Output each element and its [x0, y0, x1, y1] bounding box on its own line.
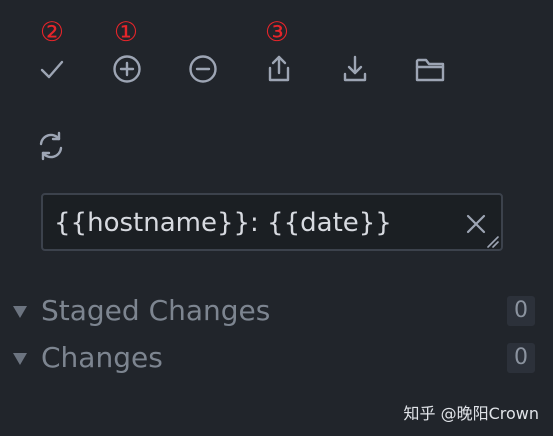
clear-message-button[interactable]: [464, 212, 488, 236]
resize-grip-icon: [487, 236, 499, 248]
annotation-3: ③: [264, 17, 290, 48]
commit-message-input[interactable]: {{hostname}}: {{date}}: [41, 193, 503, 251]
push-button[interactable]: [261, 51, 297, 87]
changes-header[interactable]: Changes 0: [10, 337, 535, 379]
chevron-down-icon: [12, 351, 28, 365]
staged-changes-label: Staged Changes: [41, 294, 271, 327]
changes-label: Changes: [41, 341, 163, 374]
open-folder-button[interactable]: [412, 51, 448, 87]
refresh-button[interactable]: [33, 128, 69, 164]
commit-message-text[interactable]: {{hostname}}: {{date}}: [54, 206, 392, 240]
check-icon: [40, 60, 64, 79]
folder-icon: [415, 58, 445, 82]
unstage-all-button[interactable]: [185, 51, 221, 87]
plus-circle-icon: [113, 55, 141, 83]
annotation-2: ②: [39, 17, 65, 48]
commit-button[interactable]: [34, 51, 70, 87]
staged-changes-count: 0: [507, 296, 535, 326]
close-icon: [466, 214, 486, 234]
resize-handle[interactable]: [486, 234, 500, 248]
changes-count: 0: [507, 343, 535, 373]
download-icon: [343, 55, 367, 82]
pull-button[interactable]: [337, 51, 373, 87]
chevron-down-icon: [12, 304, 28, 318]
refresh-icon: [39, 131, 63, 161]
upload-icon: [268, 55, 290, 82]
annotation-1: ①: [113, 17, 139, 48]
stage-all-button[interactable]: [109, 51, 145, 87]
staged-changes-header[interactable]: Staged Changes 0: [10, 290, 535, 332]
watermark: 知乎 @晚阳Crown: [403, 404, 539, 423]
minus-circle-icon: [189, 55, 217, 83]
